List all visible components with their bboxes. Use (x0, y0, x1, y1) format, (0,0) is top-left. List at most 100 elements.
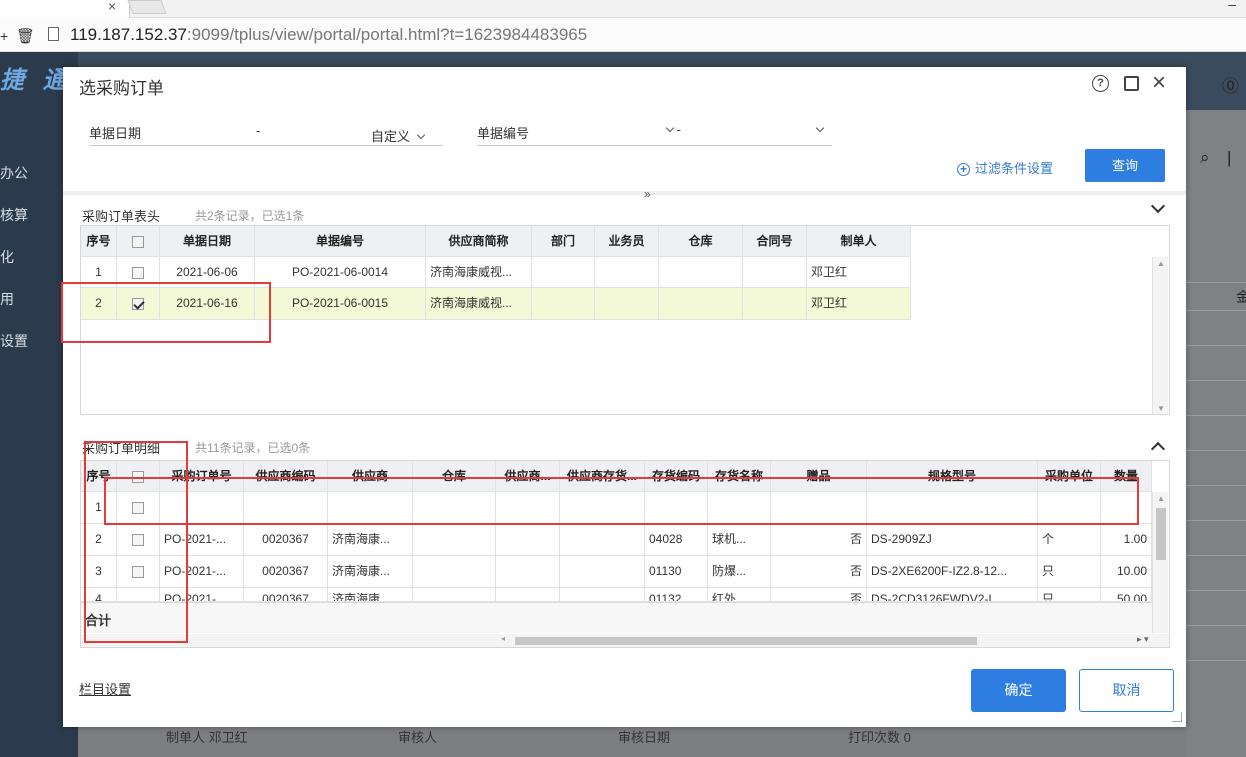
row-supplier-x[interactable] (496, 588, 560, 602)
menu-item-4[interactable]: 用 (0, 289, 14, 309)
scroll-up-icon[interactable]: ▲ (1157, 494, 1165, 503)
row-supplier[interactable]: 济南海康威视... (426, 288, 532, 320)
row-supplier-code[interactable]: 0020367 (244, 588, 328, 602)
row-supplier-x[interactable] (496, 524, 560, 556)
row-warehouse[interactable] (413, 556, 496, 588)
menu-item-settings[interactable]: 设置 (0, 331, 28, 351)
row-warehouse[interactable] (659, 257, 743, 288)
row-supplier[interactable]: 济南海康威视... (426, 257, 532, 288)
column-header[interactable]: 采购订单号 (160, 461, 244, 492)
maximize-icon[interactable] (1124, 76, 1139, 91)
column-header[interactable]: 单据编号 (255, 226, 426, 257)
scroll-right-icon[interactable]: ▸ ▾ (1137, 634, 1149, 645)
row-checkbox[interactable] (132, 266, 144, 279)
menu-item-accounting[interactable]: 核算 (0, 205, 28, 225)
column-header[interactable]: 存货编码 (645, 461, 708, 492)
filter-settings-link[interactable]: + 过滤条件设置 (957, 158, 1053, 177)
scroll-up-icon[interactable]: ▲ (1157, 259, 1165, 268)
row-spec[interactable] (867, 492, 1038, 524)
row-spec[interactable]: DS-2XE6200F-IZ2.8-12... (867, 556, 1038, 588)
detail-table-hscrollbar[interactable]: ◂ ▸ ▾ (81, 634, 1169, 647)
column-header[interactable]: 数量 (1101, 461, 1152, 492)
column-header[interactable]: 供应商简称 (426, 226, 532, 257)
row-qty[interactable]: 1.00 (1101, 524, 1152, 556)
confirm-button[interactable]: 确定 (971, 669, 1066, 712)
row-supplier-code[interactable] (244, 492, 328, 524)
scroll-left-icon[interactable]: ◂ (501, 634, 505, 643)
row-order[interactable] (160, 492, 244, 524)
row-salesman[interactable] (595, 257, 659, 288)
row-gift[interactable]: 否 (771, 588, 867, 602)
close-icon[interactable]: × (1152, 69, 1166, 97)
row-inv-name[interactable]: 红外... (708, 588, 771, 602)
url-field[interactable]: 119.187.152.37:9099/tplus/view/portal/po… (70, 25, 587, 45)
row-warehouse[interactable] (413, 492, 496, 524)
detail-table-vscrollbar[interactable]: ▲ (1152, 492, 1168, 633)
date-mode-select[interactable]: 自定义 (371, 126, 426, 145)
row-inv-code[interactable]: 04028 (645, 524, 708, 556)
row-warehouse[interactable] (413, 524, 496, 556)
row-supplier-inv[interactable] (560, 524, 645, 556)
row-unit[interactable]: 只 (1038, 556, 1101, 588)
row-qty[interactable]: 10.00 (1101, 556, 1152, 588)
row-checkbox[interactable] (132, 565, 144, 578)
row-dept[interactable] (532, 257, 595, 288)
row-qty[interactable] (1101, 492, 1152, 524)
chevron-up-icon[interactable] (1150, 441, 1166, 457)
column-header[interactable]: 制单人 (807, 226, 911, 257)
scroll-down-icon[interactable]: ▼ (1157, 404, 1165, 413)
column-header[interactable]: 合同号 (743, 226, 807, 257)
cancel-button[interactable]: 取消 (1079, 669, 1174, 712)
header-table-scrollbar[interactable]: ▲ ▼ (1152, 257, 1168, 414)
tab-close-icon[interactable]: × (108, 0, 116, 14)
column-header[interactable]: 部门 (532, 226, 595, 257)
row-supplier-x[interactable] (496, 556, 560, 588)
row-order[interactable]: PO-2021-... (160, 556, 244, 588)
column-header[interactable]: 业务员 (595, 226, 659, 257)
row-order[interactable]: PO-2021-... (160, 588, 244, 602)
row-supplier-x[interactable] (496, 492, 560, 524)
row-gift[interactable]: 否 (771, 524, 867, 556)
row-inv-name[interactable] (708, 492, 771, 524)
row-contract[interactable] (743, 257, 807, 288)
row-inv-code[interactable]: 01130 (645, 556, 708, 588)
collapse-icon[interactable]: | (1227, 148, 1231, 168)
row-spec[interactable]: DS-2CD3126FWDV2-I... (867, 588, 1038, 602)
menu-item-3[interactable]: 化 (0, 247, 14, 267)
select-all-checkbox[interactable] (132, 470, 144, 483)
row-warehouse[interactable] (413, 588, 496, 602)
window-minimize-icon[interactable]: – (1228, 0, 1236, 12)
row-number[interactable]: PO-2021-06-0015 (255, 288, 426, 320)
help-icon[interactable]: ⓪ (1222, 72, 1239, 97)
column-header[interactable]: 规格型号 (867, 461, 1038, 492)
number-to-select[interactable] (815, 122, 825, 137)
browser-tab[interactable]: × (0, 0, 130, 18)
row-gift[interactable]: 否 (771, 556, 867, 588)
row-inv-code[interactable] (645, 492, 708, 524)
row-date[interactable]: 2021-06-06 (160, 257, 255, 288)
row-unit[interactable]: 只 (1038, 588, 1101, 602)
row-supplier-inv[interactable] (560, 556, 645, 588)
row-supplier-inv[interactable] (560, 492, 645, 524)
column-header[interactable]: 单据日期 (160, 226, 255, 257)
column-header[interactable]: 供应商存货... (560, 461, 645, 492)
menu-item-office[interactable]: 办公 (0, 163, 28, 183)
row-unit[interactable]: 个 (1038, 524, 1101, 556)
column-header[interactable]: 供应商... (496, 461, 560, 492)
column-header[interactable]: 供应商 (328, 461, 413, 492)
resize-grip[interactable] (1172, 712, 1182, 722)
column-header[interactable]: 仓库 (413, 461, 496, 492)
column-settings-link[interactable]: 栏目设置 (79, 679, 131, 698)
new-tab-button[interactable] (127, 0, 167, 14)
column-header[interactable]: 赠品 (771, 461, 867, 492)
row-supplier[interactable] (328, 492, 413, 524)
trash-icon[interactable]: 🗑 (16, 27, 35, 45)
column-header[interactable]: 存货名称 (708, 461, 771, 492)
row-warehouse[interactable] (659, 288, 743, 320)
expand-filter-icon[interactable]: » (644, 187, 651, 201)
chevron-down-icon[interactable] (1150, 198, 1166, 214)
row-maker[interactable]: 邓卫红 (807, 288, 911, 320)
search-doc-icon[interactable]: ⌕ (1200, 148, 1210, 168)
column-header[interactable]: 供应商编码 (244, 461, 328, 492)
row-date[interactable]: 2021-06-16 (160, 288, 255, 320)
